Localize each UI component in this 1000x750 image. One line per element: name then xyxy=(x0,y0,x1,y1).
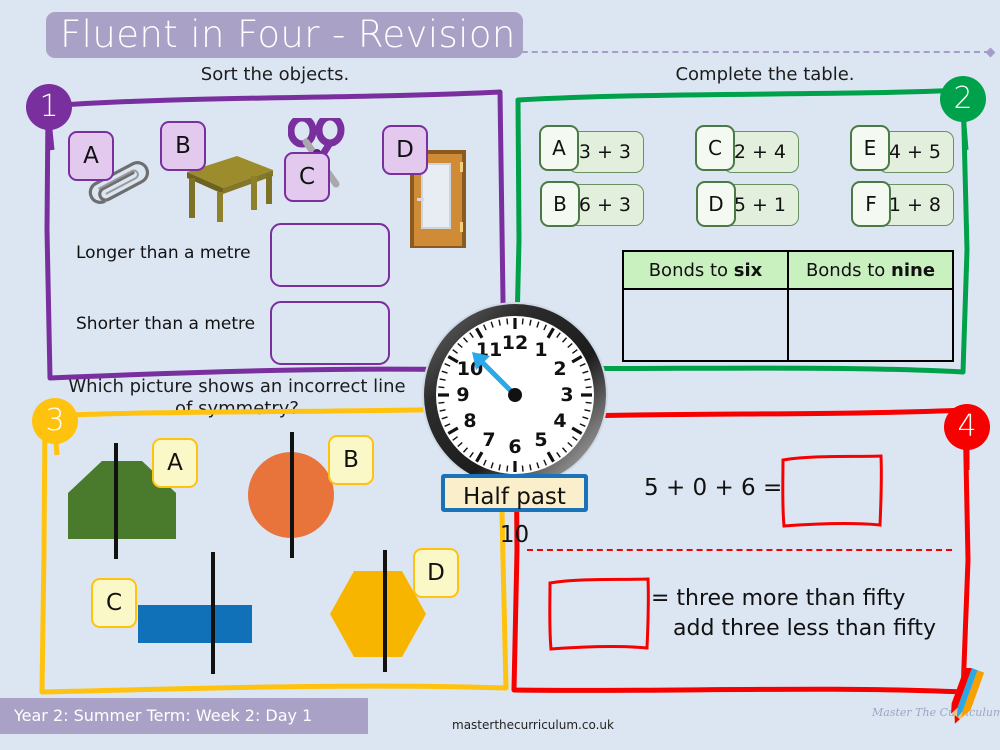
symmetry-card-c-label: C xyxy=(105,590,123,616)
svg-text:7: 7 xyxy=(482,429,495,451)
sum-card-e-label: E xyxy=(863,136,877,160)
section-badge-3: 3 xyxy=(32,398,78,444)
sort-row-label-shorter: Shorter than a metre xyxy=(76,314,256,334)
hexagon-icon xyxy=(330,571,426,657)
symmetry-card-a[interactable]: A xyxy=(152,438,198,488)
object-card-a-label: A xyxy=(83,143,99,169)
symmetry-line-b xyxy=(290,432,294,558)
symmetry-card-c[interactable]: C xyxy=(91,578,137,628)
symmetry-card-d[interactable]: D xyxy=(413,548,459,598)
svg-text:12: 12 xyxy=(502,332,528,354)
rectangle-icon xyxy=(138,605,252,643)
bonds-header-six-bold: six xyxy=(733,259,763,281)
page-title: Fluent in Four - Revision xyxy=(60,13,516,56)
svg-text:6: 6 xyxy=(508,436,521,458)
sort-row-label-longer: Longer than a metre xyxy=(76,243,251,263)
analogue-clock: 12 1 2 3 4 5 6 7 8 9 10 11 xyxy=(420,300,610,490)
sum-card-c-label: C xyxy=(708,136,722,160)
sum-expr-d: 5 + 1 xyxy=(733,194,786,216)
svg-text:3: 3 xyxy=(560,384,573,406)
sum-card-a[interactable]: A xyxy=(539,125,579,171)
object-card-d-label: D xyxy=(396,137,414,163)
prompt-section-3-text: Which picture shows an incorrect line of… xyxy=(68,376,406,419)
website-label: masterthecurriculum.co.uk xyxy=(452,718,614,732)
sum-expr-f: 1 + 8 xyxy=(888,194,941,216)
symmetry-card-b[interactable]: B xyxy=(328,435,374,485)
bonds-header-six-plain: Bonds to xyxy=(648,259,734,281)
symmetry-line-a xyxy=(114,443,118,559)
sum-expr-b: 6 + 3 xyxy=(578,194,631,216)
symmetry-card-d-label: D xyxy=(427,560,445,586)
sum-card-e[interactable]: E xyxy=(850,125,890,171)
prompt-section-3: Which picture shows an incorrect line of… xyxy=(62,376,412,420)
symmetry-card-a-label: A xyxy=(167,450,183,476)
bonds-table: Bonds to six Bonds to nine xyxy=(622,250,954,362)
bonds-cell-six[interactable] xyxy=(622,288,789,362)
sum-card-b[interactable]: B xyxy=(540,181,580,227)
statement-answer-box[interactable] xyxy=(545,575,653,653)
object-card-b-label: B xyxy=(175,133,191,159)
sum-expr-c: 2 + 4 xyxy=(733,141,786,163)
bonds-header-nine-bold: nine xyxy=(891,259,936,281)
sum-card-f-label: F xyxy=(865,192,877,216)
bonds-cell-nine[interactable] xyxy=(787,288,954,362)
svg-text:9: 9 xyxy=(456,384,469,406)
time-label: Half past 10 xyxy=(441,474,588,548)
pencil-logo-icon xyxy=(951,668,985,724)
object-card-c[interactable]: C xyxy=(284,152,330,202)
sort-answer-box-longer[interactable] xyxy=(270,223,390,287)
sum-box-a: 3 + 3 xyxy=(568,131,644,173)
section-badge-1: 1 xyxy=(26,84,72,130)
section-badge-2: 2 xyxy=(940,76,986,122)
sum-expr-e: 4 + 5 xyxy=(888,141,941,163)
object-card-d[interactable]: D xyxy=(382,125,428,175)
worksheet-page: Fluent in Four - Revision Sort the objec… xyxy=(0,0,1000,750)
symmetry-line-d xyxy=(383,550,387,672)
bonds-table-header-nine: Bonds to nine xyxy=(787,250,954,290)
sum-card-d[interactable]: D xyxy=(696,181,736,227)
statement-line-2: add three less than fifty xyxy=(673,616,937,641)
sum-card-f[interactable]: F xyxy=(851,181,891,227)
sum-card-b-label: B xyxy=(553,192,567,216)
sort-answer-box-shorter[interactable] xyxy=(270,301,390,365)
symmetry-card-b-label: B xyxy=(343,447,359,473)
object-card-c-label: C xyxy=(298,164,316,190)
prompt-section-2: Complete the table. xyxy=(675,64,855,85)
symmetry-line-c xyxy=(211,552,215,674)
sum-card-d-label: D xyxy=(708,192,724,216)
statement-line-1: = three more than fifty xyxy=(651,586,906,611)
lesson-label: Year 2: Summer Term: Week 2: Day 1 xyxy=(14,706,313,725)
equation-answer-box[interactable] xyxy=(778,452,886,530)
object-card-a[interactable]: A xyxy=(68,131,114,181)
sum-expr-a: 3 + 3 xyxy=(578,141,631,163)
bonds-header-nine-plain: Bonds to xyxy=(805,259,892,281)
bonds-table-header-row: Bonds to six Bonds to nine xyxy=(622,250,954,290)
svg-text:1: 1 xyxy=(534,339,547,361)
section-4-divider xyxy=(527,549,952,551)
bonds-table-header-six: Bonds to six xyxy=(622,250,789,290)
prompt-section-1: Sort the objects. xyxy=(200,64,350,85)
object-card-b[interactable]: B xyxy=(160,121,206,171)
bonds-table-answer-row xyxy=(622,288,954,362)
svg-text:5: 5 xyxy=(534,429,547,451)
sum-card-a-label: A xyxy=(552,136,566,160)
equation-text: 5 + 0 + 6 = xyxy=(644,475,783,501)
svg-text:8: 8 xyxy=(463,410,476,432)
svg-text:4: 4 xyxy=(553,410,566,432)
section-badge-4: 4 xyxy=(944,404,990,450)
svg-text:2: 2 xyxy=(553,358,566,380)
sum-card-c[interactable]: C xyxy=(695,125,735,171)
